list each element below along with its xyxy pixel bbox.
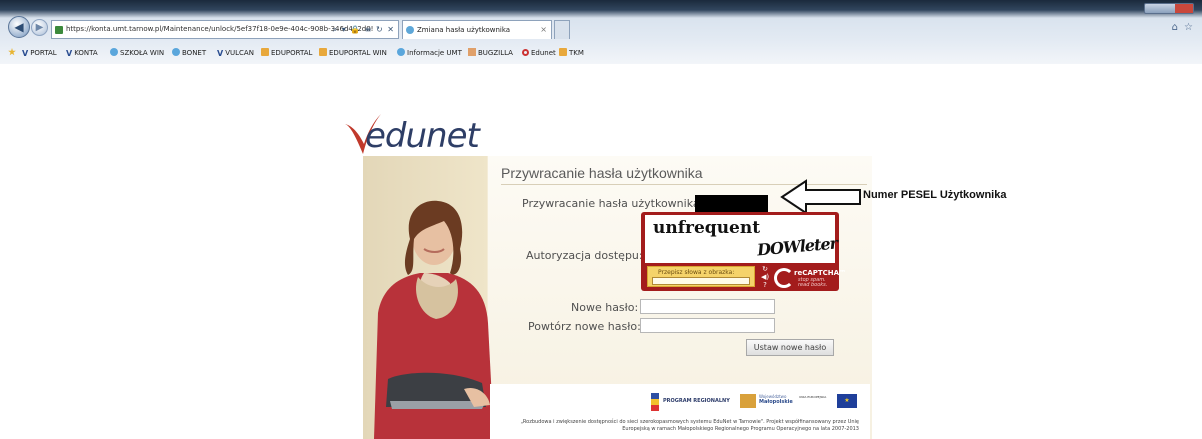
favorites-bar: V PORTAL V KONTA SZKOŁA WIN BONET V VULCAN … <box>0 44 1202 62</box>
repeat-password-input[interactable] <box>640 318 775 333</box>
window-controls[interactable] <box>1144 3 1194 14</box>
fav-edunet[interactable]: Edunet <box>522 48 556 58</box>
sponsor-logos: PROGRAM REGIONALNY Województwo Małopolsk… <box>651 393 861 411</box>
window-close-button[interactable] <box>1175 4 1193 13</box>
help-icon[interactable]: ? <box>759 281 771 289</box>
fav-eduportal[interactable]: EDUPORTAL <box>261 48 312 58</box>
ie-icon <box>397 48 405 56</box>
captcha-input-box: Przepisz słowa z obrazka: <box>647 266 755 287</box>
bug-icon <box>468 48 476 56</box>
fav-bonet[interactable]: BONET <box>172 48 206 58</box>
address-tools-icon[interactable]: ⌕ ▾ 🔒 ≡ ↻ ✕ <box>333 21 395 38</box>
annotation-label: Numer PESEL Użytkownika <box>863 189 1007 201</box>
forward-button[interactable]: ▶ <box>31 19 48 36</box>
user-label: Przywracanie hasła użytkownika: <box>522 197 704 210</box>
captcha-word-1: unfrequent <box>653 218 761 238</box>
fav-tkm[interactable]: TKM <box>559 48 584 58</box>
back-button[interactable]: ◀ <box>8 16 30 38</box>
fav-eduportal-win[interactable]: EDUPORTAL WIN <box>319 48 387 58</box>
favorites-star-icon[interactable]: ☆ <box>1184 22 1193 33</box>
recaptcha-widget: unfrequent DOWleter Przepisz słowa z obr… <box>641 212 846 291</box>
ie-icon <box>110 48 118 56</box>
fav-portal[interactable]: V PORTAL <box>22 48 57 59</box>
folder-icon <box>261 48 269 56</box>
fav-vulcan[interactable]: V VULCAN <box>217 48 254 59</box>
browser-chrome: ◀ ▶ https://konta.umt.tarnow.pl/Maintena… <box>0 0 1202 64</box>
refresh-icon[interactable]: ↻ <box>759 265 771 273</box>
eu-flag-icon: ★ <box>837 394 857 408</box>
tab-active[interactable]: Zmiana hasła użytkownika × <box>402 20 552 39</box>
captcha-image: unfrequent DOWleter <box>645 215 838 263</box>
program-regionalny-label: PROGRAM REGIONALNY <box>663 398 730 404</box>
edunet-logo: edunet <box>343 110 483 160</box>
captcha-input[interactable] <box>652 277 750 285</box>
captcha-tools: ↻ ◀) ? <box>759 265 771 289</box>
set-password-button[interactable]: Ustaw nowe hasło <box>746 339 834 356</box>
region-label: Małopolskie <box>759 399 793 405</box>
logo-text: edunet <box>365 116 480 156</box>
repeat-password-label: Powtórz nowe hasło: <box>528 320 641 333</box>
address-bar[interactable]: https://konta.umt.tarnow.pl/Maintenance/… <box>51 20 399 39</box>
recaptcha-slogan: stop spam. read books. <box>798 277 828 288</box>
fav-szkola-win[interactable]: SZKOŁA WIN <box>110 48 164 58</box>
folder-icon <box>319 48 327 56</box>
audio-icon[interactable]: ◀) <box>759 273 771 281</box>
vulcan-icon: V <box>66 49 73 58</box>
tab-title: Zmiana hasła użytkownika <box>417 26 511 34</box>
captcha-hint: Przepisz słowa z obrazka: <box>658 269 735 276</box>
page-icon <box>55 26 63 34</box>
annotation-arrow-icon <box>780 179 861 215</box>
woman-photo <box>374 200 494 439</box>
fav-konta[interactable]: V KONTA <box>66 48 98 59</box>
ie-icon <box>406 26 414 34</box>
malopolska-crest-icon <box>740 394 756 408</box>
captcha-word-2: DOWleter <box>756 233 838 260</box>
auth-label: Autoryzacja dostępu: <box>526 249 643 262</box>
new-password-input[interactable] <box>640 299 775 314</box>
recaptcha-c-icon <box>774 268 794 288</box>
address-url[interactable]: https://konta.umt.tarnow.pl/Maintenance/… <box>66 25 373 33</box>
program-regionalny-icon <box>651 393 659 411</box>
home-icon[interactable]: ⌂ <box>1172 22 1178 33</box>
redacted-user-value <box>695 195 768 212</box>
folder-icon <box>559 48 567 56</box>
vulcan-icon: V <box>217 49 224 58</box>
ie-icon <box>172 48 180 56</box>
vulcan-icon: V <box>22 49 29 58</box>
edunet-icon <box>522 49 529 56</box>
fav-informacje-umt[interactable]: Informacje UMT <box>397 48 462 58</box>
fav-bugzilla[interactable]: BUGZILLA <box>468 48 513 58</box>
recaptcha-brand: reCAPTCHA™ <box>794 269 847 277</box>
tab-close-icon[interactable]: × <box>540 21 547 39</box>
eu-label: UNIA EUROPEJSKA <box>799 395 827 399</box>
favorites-add-icon[interactable] <box>8 48 18 58</box>
form-title: Przywracanie hasła użytkownika <box>501 165 703 181</box>
new-password-label: Nowe hasło: <box>571 301 639 314</box>
recaptcha-logo: reCAPTCHA™ stop spam. read books. <box>774 267 846 289</box>
new-tab-button[interactable] <box>554 20 570 39</box>
footer-text: „Rozbudowa i zwiększenie dostępności do … <box>520 419 859 432</box>
